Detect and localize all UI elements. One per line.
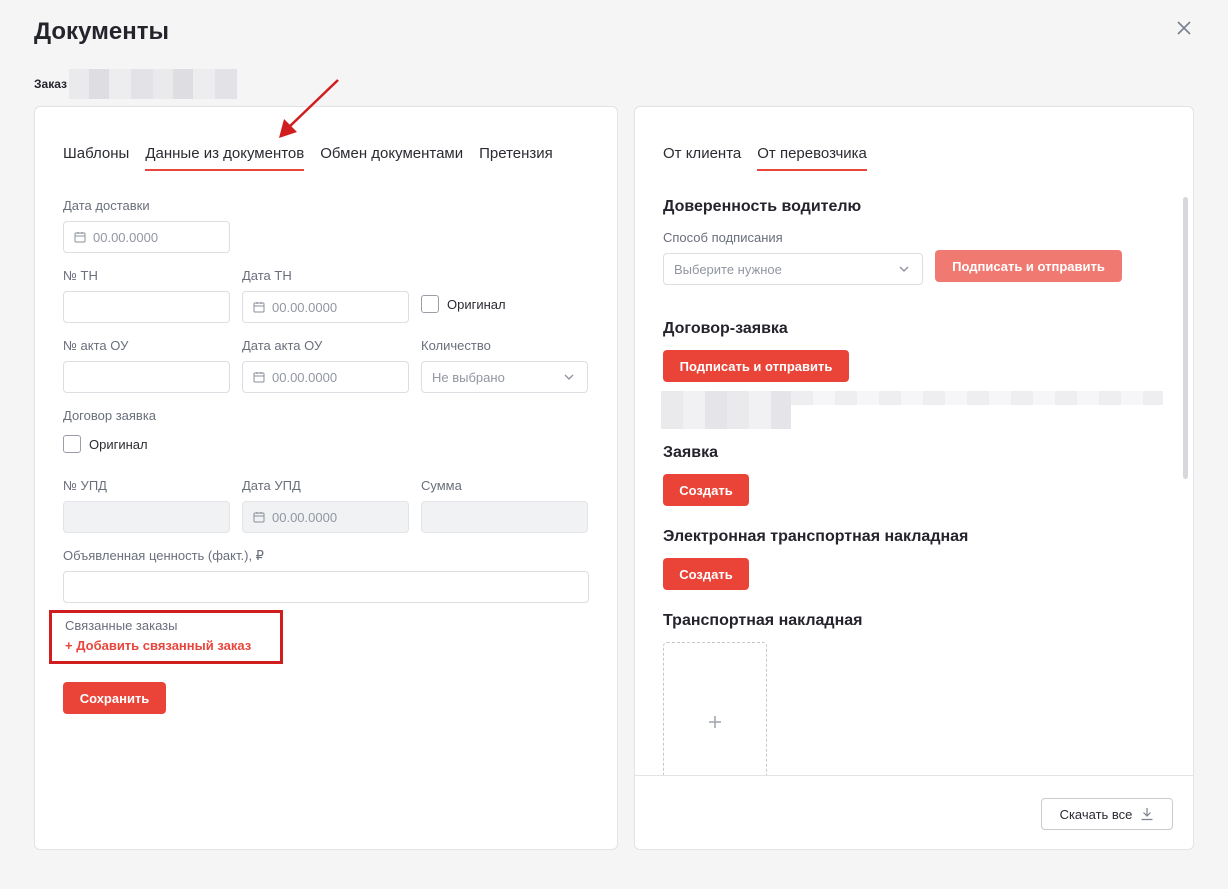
contract-request-title: Договор-заявка xyxy=(663,320,788,337)
sum-label: Сумма xyxy=(421,478,462,493)
tn-original-checkbox[interactable]: Оригинал xyxy=(421,295,506,313)
tn-date-input[interactable]: 00.00.0000 xyxy=(242,291,409,323)
annotation-arrow xyxy=(279,79,339,138)
tn-date-placeholder: 00.00.0000 xyxy=(272,299,338,315)
declared-value-field: Объявленная ценность (факт.), ₽ xyxy=(63,548,589,603)
signing-method-select[interactable]: Выберите нужное xyxy=(663,253,923,285)
scrollbar[interactable] xyxy=(1183,197,1188,479)
order-number-redacted xyxy=(68,69,237,99)
upd-date-placeholder: 00.00.0000 xyxy=(272,509,338,525)
linked-orders-section: Связанные заказы + Добавить связанный за… xyxy=(49,610,283,664)
download-icon xyxy=(1141,808,1153,821)
upd-date-field: Дата УПД 00.00.0000 xyxy=(242,478,409,533)
right-tabs: От клиента От перевозчика xyxy=(663,145,867,171)
order-row: Заказ xyxy=(34,69,237,99)
quantity-select[interactable]: Не выбрано xyxy=(421,361,588,393)
order-label: Заказ xyxy=(34,77,67,91)
act-date-input[interactable]: 00.00.0000 xyxy=(242,361,409,393)
delivery-date-field: Дата доставки 00.00.0000 xyxy=(63,198,230,253)
chevron-down-icon xyxy=(564,374,574,380)
upd-number-input xyxy=(63,501,230,533)
delivery-date-label: Дата доставки xyxy=(63,198,150,213)
tn-date-field: Дата ТН 00.00.0000 xyxy=(242,268,409,323)
tab-claim[interactable]: Претензия xyxy=(479,145,553,171)
left-tabs: Шаблоны Данные из документов Обмен докум… xyxy=(63,145,553,171)
tab-document-exchange[interactable]: Обмен документами xyxy=(320,145,463,171)
chevron-down-icon xyxy=(899,266,909,272)
checkbox-box[interactable] xyxy=(421,295,439,313)
tn-number-label: № ТН xyxy=(63,268,98,283)
contract-label: Договор заявка xyxy=(63,408,157,423)
tn-title: Транспортная накладная xyxy=(663,612,863,629)
act-number-label: № акта ОУ xyxy=(63,338,129,353)
upd-date-label: Дата УПД xyxy=(242,478,301,493)
sum-field: Сумма xyxy=(421,478,588,533)
calendar-icon xyxy=(74,232,86,243)
driver-poa-sign-button[interactable]: Подписать и отправить xyxy=(935,250,1122,282)
upd-date-input: 00.00.0000 xyxy=(242,501,409,533)
upd-number-label: № УПД xyxy=(63,478,107,493)
delivery-date-input[interactable]: 00.00.0000 xyxy=(63,221,230,253)
checkbox-box[interactable] xyxy=(63,435,81,453)
quantity-value: Не выбрано xyxy=(432,369,505,385)
tn-number-input[interactable] xyxy=(63,291,230,323)
declared-value-input[interactable] xyxy=(63,571,589,603)
page-title: Документы xyxy=(34,18,169,45)
linked-orders-label: Связанные заказы xyxy=(65,618,178,633)
act-number-input[interactable] xyxy=(63,361,230,393)
save-button[interactable]: Сохранить xyxy=(63,682,166,714)
tab-document-data[interactable]: Данные из документов xyxy=(145,145,305,171)
act-number-field: № акта ОУ xyxy=(63,338,230,393)
tab-templates[interactable]: Шаблоны xyxy=(63,145,129,171)
contract-request-sign-button[interactable]: Подписать и отправить xyxy=(663,350,849,382)
add-linked-order-link[interactable]: + Добавить связанный заказ xyxy=(65,638,280,653)
redacted-file-info-tail xyxy=(791,391,1163,405)
etn-create-button[interactable]: Создать xyxy=(663,558,749,590)
quantity-field: Количество Не выбрано xyxy=(421,338,588,393)
etn-title: Электронная транспортная накладная xyxy=(663,528,969,545)
download-all-button[interactable]: Скачать все xyxy=(1041,798,1173,830)
tn-number-field: № ТН xyxy=(63,268,230,323)
contract-original-checkbox[interactable]: Оригинал xyxy=(63,435,148,453)
signing-method-label: Способ подписания xyxy=(663,230,783,245)
act-date-placeholder: 00.00.0000 xyxy=(272,369,338,385)
panel-footer: Скачать все xyxy=(635,775,1193,849)
declared-value-label: Объявленная ценность (факт.), ₽ xyxy=(63,548,264,563)
signing-method-field: Способ подписания Выберите нужное xyxy=(663,230,923,285)
calendar-icon xyxy=(253,372,265,383)
driver-poa-title: Доверенность водителю xyxy=(663,198,862,215)
upd-number-field: № УПД xyxy=(63,478,230,533)
signing-method-placeholder: Выберите нужное xyxy=(674,261,782,277)
tn-original-label: Оригинал xyxy=(447,296,506,312)
document-data-panel: Шаблоны Данные из документов Обмен докум… xyxy=(34,106,618,850)
contract-original-label: Оригинал xyxy=(89,436,148,452)
tn-date-label: Дата ТН xyxy=(242,268,292,283)
delivery-date-placeholder: 00.00.0000 xyxy=(93,229,159,245)
act-date-field: Дата акта ОУ 00.00.0000 xyxy=(242,338,409,393)
contract-field: Договор заявка xyxy=(63,408,156,431)
carrier-documents-panel: От клиента От перевозчика Доверенность в… xyxy=(634,106,1194,850)
request-title: Заявка xyxy=(663,444,718,461)
quantity-label: Количество xyxy=(421,338,491,353)
request-create-button[interactable]: Создать xyxy=(663,474,749,506)
download-all-label: Скачать все xyxy=(1059,806,1133,822)
sum-input xyxy=(421,501,588,533)
calendar-icon xyxy=(253,302,265,313)
plus-icon xyxy=(709,716,721,728)
tab-from-carrier[interactable]: От перевозчика xyxy=(757,145,867,171)
close-icon[interactable] xyxy=(1172,16,1196,40)
calendar-icon xyxy=(253,512,265,523)
act-date-label: Дата акта ОУ xyxy=(242,338,323,353)
tab-from-client[interactable]: От клиента xyxy=(663,145,741,171)
